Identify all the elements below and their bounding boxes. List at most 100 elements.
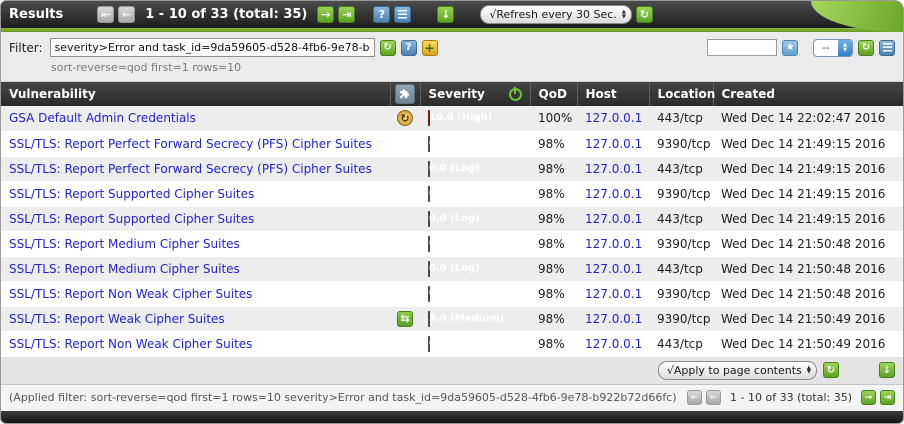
created-cell: Wed Dec 14 21:49:15 2016 <box>713 206 903 231</box>
created-cell: Wed Dec 14 21:49:15 2016 <box>713 181 903 206</box>
severity-bar: 0.0 (Log) <box>428 161 430 177</box>
vulnerability-link[interactable]: SSL/TLS: Report Perfect Forward Secrecy … <box>9 162 372 176</box>
titlebar: Results ⇤ ← 1 - 10 of 33 (total: 35) → ⇥… <box>1 1 903 28</box>
sort-hint: sort-reverse=qod first=1 rows=10 <box>51 61 895 74</box>
host-link[interactable]: 127.0.0.1 <box>585 312 642 326</box>
help-icon[interactable]: ? <box>373 6 390 23</box>
download-icon[interactable]: ↓ <box>437 6 454 23</box>
solution-type-cell <box>390 281 420 306</box>
results-body: GSA Default Admin Credentials ↻ 10.0 (Hi… <box>1 106 903 356</box>
created-cell: Wed Dec 14 21:50:48 2016 <box>713 281 903 306</box>
refresh-interval-value: √Refresh every 30 Sec. <box>489 8 616 21</box>
table-row: SSL/TLS: Report Medium Cipher Suites 0.0… <box>1 231 903 256</box>
vulnerability-link[interactable]: SSL/TLS: Report Perfect Forward Secrecy … <box>9 137 372 151</box>
first-page-icon[interactable]: ⇤ <box>687 390 702 405</box>
col-created[interactable]: Created <box>713 82 903 106</box>
severity-bar: 0.0 (Log) <box>428 261 430 277</box>
first-page-icon[interactable]: ⇤ <box>97 6 114 23</box>
refresh-icon[interactable]: ↻ <box>636 6 653 23</box>
table-row: GSA Default Admin Credentials ↻ 10.0 (Hi… <box>1 106 903 131</box>
prev-page-icon[interactable]: ← <box>706 390 721 405</box>
host-link[interactable]: 127.0.0.1 <box>585 187 642 201</box>
qod-cell: 98% <box>530 156 577 181</box>
table-row: SSL/TLS: Report Non Weak Cipher Suites 0… <box>1 331 903 356</box>
col-host[interactable]: Host <box>577 82 649 106</box>
col-qod[interactable]: QoD <box>530 82 577 106</box>
qod-cell: 98% <box>530 306 577 331</box>
solution-type-cell: ↻ <box>390 106 420 131</box>
mitigate-icon: ⇆ <box>397 311 413 327</box>
saved-filter-select[interactable]: -- ▲▼ <box>813 39 853 57</box>
select-cap-arrows-icon: ▲▼ <box>838 39 852 57</box>
apply-refresh-icon[interactable]: ↻ <box>823 362 839 378</box>
location-cell: 443/tcp <box>649 331 713 356</box>
filter-name-input[interactable] <box>707 39 777 56</box>
host-link[interactable]: 127.0.0.1 <box>585 137 642 151</box>
refresh-interval-select[interactable]: √Refresh every 30 Sec. ▲▼ <box>480 5 632 24</box>
next-page-icon[interactable]: → <box>861 390 876 405</box>
select-arrows-icon: ▲▼ <box>807 366 811 375</box>
results-table: Vulnerability Severity QoD Host Location… <box>1 82 903 357</box>
severity-bar: 5.0 (Medium) <box>428 311 430 327</box>
filter-help-icon[interactable]: ? <box>401 40 417 56</box>
apply-select-value: √Apply to page contents <box>667 364 802 377</box>
vulnerability-link[interactable]: SSL/TLS: Report Medium Cipher Suites <box>9 237 240 251</box>
next-page-icon[interactable]: → <box>317 6 334 23</box>
table-row: SSL/TLS: Report Supported Cipher Suites … <box>1 181 903 206</box>
host-link[interactable]: 127.0.0.1 <box>585 162 642 176</box>
severity-bar: 10.0 (High) <box>428 110 430 126</box>
table-row: SSL/TLS: Report Perfect Forward Secrecy … <box>1 156 903 181</box>
severity-bar: 0.0 (Log) <box>428 211 430 227</box>
list-view-icon[interactable] <box>394 6 411 23</box>
solution-type-cell <box>390 156 420 181</box>
filter-label: Filter: <box>9 41 43 55</box>
solution-type-cell <box>390 181 420 206</box>
host-link[interactable]: 127.0.0.1 <box>585 337 642 351</box>
last-page-icon[interactable]: ⇥ <box>880 390 895 405</box>
host-link[interactable]: 127.0.0.1 <box>585 212 642 226</box>
qod-cell: 98% <box>530 206 577 231</box>
col-vulnerability[interactable]: Vulnerability <box>1 82 390 106</box>
location-cell: 443/tcp <box>649 156 713 181</box>
pagination-label: 1 - 10 of 33 (total: 35) <box>145 7 307 22</box>
new-filter-icon[interactable]: + <box>422 40 438 56</box>
saved-filter-value: -- <box>814 41 838 54</box>
apply-select[interactable]: √Apply to page contents ▲▼ <box>658 361 817 380</box>
vulnerability-link[interactable]: SSL/TLS: Report Non Weak Cipher Suites <box>9 287 252 301</box>
filter-list-icon[interactable] <box>879 40 895 56</box>
created-cell: Wed Dec 14 21:50:48 2016 <box>713 256 903 281</box>
save-filter-star-icon[interactable]: ★ <box>782 40 798 56</box>
location-cell: 443/tcp <box>649 106 713 131</box>
host-link[interactable]: 127.0.0.1 <box>585 111 642 125</box>
vulnerability-link[interactable]: SSL/TLS: Report Medium Cipher Suites <box>9 262 240 276</box>
qod-cell: 98% <box>530 181 577 206</box>
last-page-icon[interactable]: ⇥ <box>338 6 355 23</box>
apply-filter-icon[interactable]: ↻ <box>380 40 396 56</box>
created-cell: Wed Dec 14 21:50:49 2016 <box>713 306 903 331</box>
solution-type-cell: ⇆ <box>390 306 420 331</box>
solution-type-cell <box>390 231 420 256</box>
filter-input[interactable] <box>50 38 375 57</box>
results-page: Results ⇤ ← 1 - 10 of 33 (total: 35) → ⇥… <box>0 0 904 424</box>
footer-pagination-label: 1 - 10 of 33 (total: 35) <box>730 391 852 404</box>
qod-cell: 98% <box>530 331 577 356</box>
switch-filter-icon[interactable]: ↻ <box>858 40 874 56</box>
solution-type-cell <box>390 131 420 156</box>
vulnerability-link[interactable]: SSL/TLS: Report Weak Cipher Suites <box>9 312 225 326</box>
host-link[interactable]: 127.0.0.1 <box>585 237 642 251</box>
created-cell: Wed Dec 14 21:50:49 2016 <box>713 331 903 356</box>
vulnerability-link[interactable]: SSL/TLS: Report Supported Cipher Suites <box>9 187 254 201</box>
severity-toggle-icon[interactable] <box>509 88 522 101</box>
host-link[interactable]: 127.0.0.1 <box>585 287 642 301</box>
col-solution-type[interactable] <box>390 82 420 106</box>
col-severity[interactable]: Severity <box>420 82 530 106</box>
vulnerability-link[interactable]: SSL/TLS: Report Supported Cipher Suites <box>9 212 254 226</box>
severity-bar: 0.0 (Log) <box>428 286 430 302</box>
prev-page-icon[interactable]: ← <box>118 6 135 23</box>
export-download-icon[interactable]: ↓ <box>879 362 895 378</box>
vulnerability-link[interactable]: SSL/TLS: Report Non Weak Cipher Suites <box>9 337 252 351</box>
col-location[interactable]: Location <box>649 82 713 106</box>
vulnerability-link[interactable]: GSA Default Admin Credentials <box>9 111 196 125</box>
host-link[interactable]: 127.0.0.1 <box>585 262 642 276</box>
table-row: SSL/TLS: Report Weak Cipher Suites ⇆ 5.0… <box>1 306 903 331</box>
